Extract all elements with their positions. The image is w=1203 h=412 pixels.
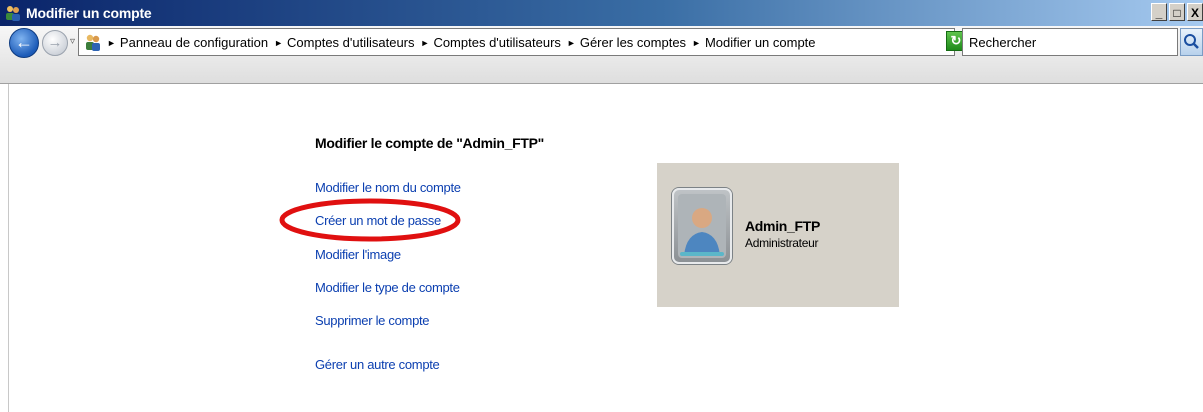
highlight-ellipse xyxy=(279,198,461,242)
delete-account-link[interactable]: Supprimer le compte xyxy=(315,313,430,328)
chevron-right-icon: ► xyxy=(692,38,701,48)
search-input[interactable]: Rechercher xyxy=(962,28,1178,56)
chevron-right-icon: ► xyxy=(420,38,430,48)
search-button[interactable] xyxy=(1180,28,1203,56)
breadcrumb-item[interactable]: ► Panneau de configuration xyxy=(107,35,268,50)
manage-other-account-link[interactable]: Gérer un autre compte xyxy=(315,357,440,372)
breadcrumb-item[interactable]: ► Comptes d'utilisateurs xyxy=(274,35,414,50)
user-role: Administrateur xyxy=(745,236,819,250)
change-account-type-link[interactable]: Modifier le type de compte xyxy=(315,280,460,295)
user-name: Admin_FTP xyxy=(745,218,821,234)
breadcrumb-item[interactable]: ► Gérer les comptes xyxy=(567,35,686,50)
breadcrumb-item[interactable]: ► Comptes d'utilisateurs xyxy=(421,35,561,50)
breadcrumb-list: ► Panneau de configuration ► Comptes d'uti… xyxy=(107,35,822,50)
history-dropdown-icon[interactable]: ▿ xyxy=(70,36,75,47)
close-button[interactable]: X xyxy=(1187,3,1203,21)
search-icon xyxy=(1184,34,1199,49)
window-title: Modifier un compte xyxy=(26,5,152,21)
window-controls: _ □ X xyxy=(1151,3,1203,23)
users-icon xyxy=(6,6,20,21)
content-border xyxy=(8,84,9,412)
title-bar: Modifier un compte _ □ X xyxy=(0,0,1203,26)
chevron-right-icon: ► xyxy=(566,38,576,48)
minimize-button[interactable]: _ xyxy=(1151,3,1167,21)
users-icon xyxy=(86,34,100,51)
page-title: Modifier le compte de "Admin_FTP" xyxy=(315,135,544,151)
breadcrumb-item[interactable]: ► Modifier un compte xyxy=(692,35,815,50)
back-arrow-icon[interactable]: ← xyxy=(9,28,39,58)
chevron-right-icon: ► xyxy=(107,38,116,48)
maximize-button[interactable]: □ xyxy=(1169,3,1185,21)
change-picture-link[interactable]: Modifier l'image xyxy=(315,247,401,262)
rename-account-link[interactable]: Modifier le nom du compte xyxy=(315,180,461,195)
chevron-right-icon: ► xyxy=(274,38,284,48)
breadcrumb[interactable]: ► Panneau de configuration ► Comptes d'uti… xyxy=(78,28,1007,56)
user-avatar-icon xyxy=(672,188,732,264)
forward-arrow-icon[interactable]: → xyxy=(42,30,68,56)
